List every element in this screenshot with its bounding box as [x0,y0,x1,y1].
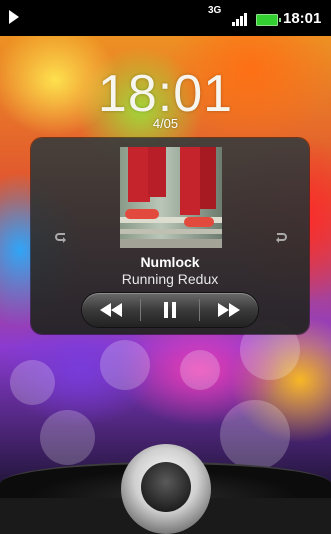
previous-icon [100,303,122,317]
track-artist: Running Redux [121,271,219,287]
pause-button[interactable] [141,293,199,327]
pause-icon [164,302,176,318]
previous-button[interactable] [82,293,140,327]
repeat-icon[interactable] [54,231,68,245]
media-play-icon [9,10,19,24]
status-clock: 18:01 [283,10,322,27]
network-type-label: 3G [208,5,222,16]
lockscreen-clock: 18:01 [97,65,234,123]
shuffle-back-icon[interactable] [274,231,288,245]
album-art[interactable] [120,147,222,248]
3g-data-icon: 3G [208,6,221,16]
status-bar: 3G 18:01 [0,0,331,36]
unlock-ring-icon[interactable] [121,444,211,534]
signal-strength-icon [232,10,248,26]
battery-icon [256,14,281,26]
next-icon [218,303,240,317]
transport-controls [82,293,258,327]
lockscreen-date: 4/05 [152,116,179,131]
track-title: Numlock [140,254,200,270]
music-widget: Numlock Running Redux [31,138,309,334]
next-button[interactable] [200,293,258,327]
